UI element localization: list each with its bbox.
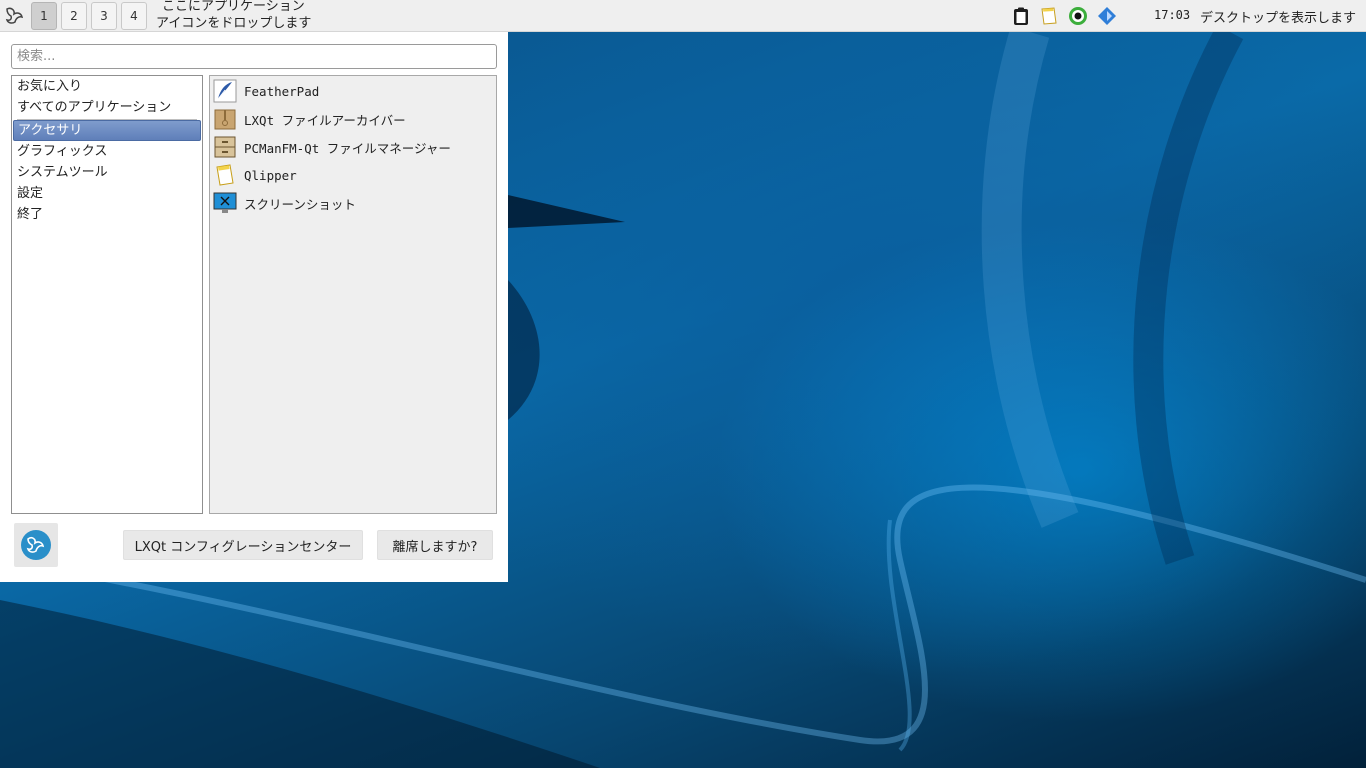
config-center-button[interactable]: LXQt コンフィグレーションセンター xyxy=(123,530,363,560)
app-featherpad[interactable]: FeatherPad xyxy=(213,78,493,104)
category-favorites[interactable]: お気に入り xyxy=(13,76,201,97)
workspace-4-button[interactable]: 4 xyxy=(121,2,147,30)
quicklaunch-hint-line2: アイコンをドロップします xyxy=(156,16,312,31)
category-system-tools[interactable]: システムツール xyxy=(13,162,201,183)
file-manager-icon xyxy=(214,136,236,158)
top-panel: 1 2 3 4 ここにアプリケーション アイコンをドロップします 17:03 デ… xyxy=(0,0,1366,32)
clipboard-icon[interactable] xyxy=(1011,6,1031,26)
lxqt-bird-icon xyxy=(5,7,24,24)
clock[interactable]: 17:03 xyxy=(1154,8,1190,22)
lxqt-logo-icon xyxy=(21,530,51,560)
quicklaunch-drop-hint: ここにアプリケーション アイコンをドロップします xyxy=(156,0,311,32)
app-label: PCManFM-Qt ファイルマネージャー xyxy=(244,140,451,156)
app-file-manager[interactable]: PCManFM-Qt ファイルマネージャー xyxy=(213,134,493,160)
network-icon[interactable] xyxy=(1097,6,1117,26)
application-menu: お気に入り すべてのアプリケーション アクセサリ グラフィックス システムツール… xyxy=(0,32,508,582)
user-avatar-button[interactable] xyxy=(14,523,58,567)
workspace-1-button[interactable]: 1 xyxy=(31,2,57,30)
record-icon[interactable] xyxy=(1068,6,1088,26)
app-qlipper[interactable]: Qlipper xyxy=(213,162,493,188)
archiver-icon xyxy=(214,109,236,130)
qlipper-icon xyxy=(216,164,234,186)
main-menu-button[interactable] xyxy=(3,4,27,28)
category-all-applications[interactable]: すべてのアプリケーション xyxy=(13,97,201,118)
show-desktop-button[interactable]: デスクトップを表示します xyxy=(1200,7,1356,26)
category-leave[interactable]: 終了 xyxy=(13,204,201,225)
app-label: LXQt ファイルアーカイバー xyxy=(244,112,406,128)
quicklaunch-hint-line1: ここにアプリケーション xyxy=(162,0,305,14)
app-file-archiver[interactable]: LXQt ファイルアーカイバー xyxy=(213,106,493,132)
category-accessories[interactable]: アクセサリ xyxy=(13,120,201,141)
app-label: FeatherPad xyxy=(244,83,320,99)
featherpad-icon xyxy=(213,79,237,103)
workspace-2-button[interactable]: 2 xyxy=(61,2,87,30)
leave-button[interactable]: 離席しますか? xyxy=(377,530,493,560)
workspace-3-button[interactable]: 3 xyxy=(91,2,117,30)
search-input[interactable] xyxy=(11,44,497,69)
category-settings[interactable]: 設定 xyxy=(13,183,201,204)
app-label: スクリーンショット xyxy=(244,196,356,212)
application-list: FeatherPad LXQt ファイルアーカイバー PCManFM-Qt ファ… xyxy=(209,75,497,514)
app-label: Qlipper xyxy=(244,167,297,183)
app-screenshot[interactable]: スクリーンショット xyxy=(213,190,493,216)
category-list: お気に入り すべてのアプリケーション アクセサリ グラフィックス システムツール… xyxy=(11,75,203,514)
category-graphics[interactable]: グラフィックス xyxy=(13,141,201,162)
screenshot-icon xyxy=(213,192,237,213)
notes-icon[interactable] xyxy=(1039,6,1059,26)
